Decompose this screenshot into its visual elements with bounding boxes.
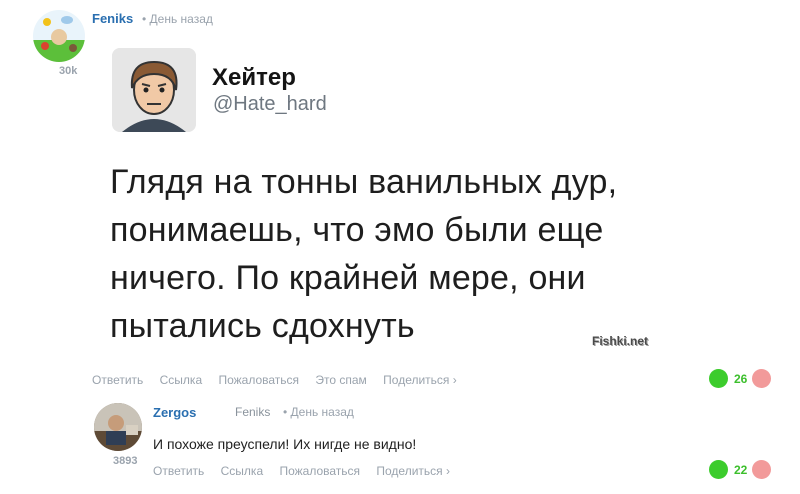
author-karma: 30k — [59, 65, 78, 77]
tweet-avatar — [112, 48, 196, 132]
spam-link[interactable]: Это спам — [315, 373, 366, 387]
comment-author[interactable]: Feniks — [92, 11, 133, 26]
tweet-line: понимаешь, что эмо были еще — [110, 211, 604, 249]
reply-link[interactable]: Ответить — [92, 373, 143, 387]
cartoon-face-icon — [112, 48, 196, 132]
tweet-image: Хейтер @Hate_hard Глядя на тонны ванильн… — [96, 40, 656, 360]
downvote-button[interactable] — [752, 369, 771, 388]
tweet-author-name: Хейтер — [212, 64, 296, 91]
reply-text: И похоже преуспели! Их нигде не видно! — [153, 436, 417, 452]
avatar[interactable] — [33, 10, 85, 62]
share-link[interactable]: Поделиться › — [376, 464, 450, 478]
report-link[interactable]: Пожаловаться — [218, 373, 299, 387]
watermark: Fishki.net — [592, 334, 649, 348]
reply-avatar[interactable] — [94, 403, 142, 451]
comment-actions: Ответить Ссылка Пожаловаться Это спам По… — [92, 373, 470, 387]
upvote-button[interactable] — [709, 460, 728, 479]
downvote-button[interactable] — [752, 460, 771, 479]
avatar-image — [94, 403, 142, 451]
share-link[interactable]: Поделиться › — [383, 373, 457, 387]
reply-to-author[interactable]: Feniks — [235, 405, 270, 419]
tweet-line: ничего. По крайней мере, они — [110, 259, 586, 297]
upvote-button[interactable] — [709, 369, 728, 388]
reply-time: • День назад — [283, 405, 354, 419]
reply-link[interactable]: Ответить — [153, 464, 204, 478]
reply-author-karma: 3893 — [113, 455, 138, 467]
comment-rating: 26 — [734, 372, 748, 386]
reply-actions: Ответить Ссылка Пожаловаться Поделиться … — [153, 464, 463, 478]
tweet-line: Глядя на тонны ванильных дур, — [110, 163, 618, 201]
tweet-text: Глядя на тонны ванильных дур, понимаешь,… — [110, 158, 650, 350]
reply-author[interactable]: Zergos — [153, 405, 196, 420]
tweet-line: пытались сдохнуть — [110, 307, 415, 345]
report-link[interactable]: Пожаловаться — [279, 464, 360, 478]
tweet-author-handle: @Hate_hard — [213, 93, 327, 115]
reply-rating: 22 — [734, 463, 748, 477]
comment-time: • День назад — [142, 12, 213, 26]
permalink-link[interactable]: Ссылка — [160, 373, 202, 387]
avatar-image — [33, 10, 85, 62]
permalink-link[interactable]: Ссылка — [221, 464, 263, 478]
